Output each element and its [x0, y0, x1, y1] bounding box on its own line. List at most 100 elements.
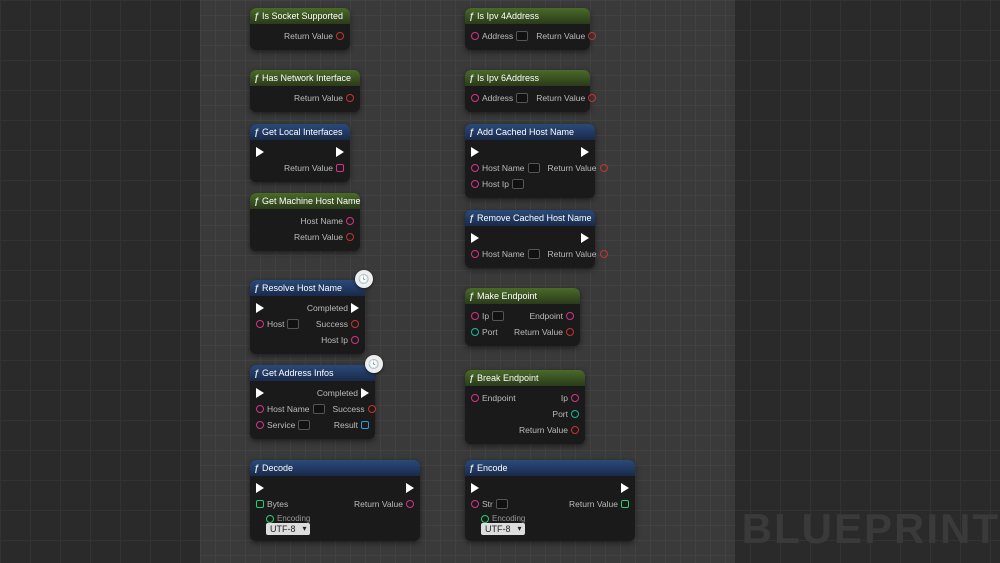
text-input[interactable] — [287, 319, 299, 329]
node-header: ƒ Is Ipv 4Address — [465, 8, 590, 24]
node-header: ƒ Decode — [250, 460, 420, 476]
input-pin[interactable] — [471, 164, 479, 172]
exec-in-pin[interactable] — [471, 233, 479, 243]
text-input[interactable] — [516, 93, 528, 103]
output-pin[interactable] — [406, 500, 414, 508]
latent-icon: 🕓 — [365, 355, 383, 373]
function-icon: ƒ — [469, 291, 474, 301]
node-make-endpoint[interactable]: ƒ Make Endpoint Ip Endpoint Port Return … — [465, 288, 580, 346]
text-input[interactable] — [496, 499, 508, 509]
pin-label: Host Name — [482, 163, 525, 173]
exec-out-pin[interactable] — [581, 233, 589, 243]
input-pin[interactable] — [256, 500, 264, 508]
output-pin[interactable] — [566, 312, 574, 320]
exec-out-pin[interactable] — [406, 483, 414, 493]
function-icon: ƒ — [254, 196, 259, 206]
input-pin[interactable] — [471, 500, 479, 508]
node-has-network-interface[interactable]: ƒ Has Network Interface Return Value — [250, 70, 360, 112]
text-input[interactable] — [313, 404, 325, 414]
input-pin[interactable] — [256, 320, 264, 328]
output-pin[interactable] — [336, 164, 344, 172]
exec-in-pin[interactable] — [256, 303, 264, 313]
node-header: ƒ Add Cached Host Name — [465, 124, 595, 140]
node-title: Make Endpoint — [477, 291, 537, 301]
text-input[interactable] — [528, 163, 540, 173]
output-pin[interactable] — [336, 32, 344, 40]
pin-label: Return Value — [284, 31, 333, 41]
node-encode[interactable]: ƒ Encode Str Return Value Encoding UTF-8 — [465, 460, 635, 541]
output-pin[interactable] — [621, 500, 629, 508]
output-pin[interactable] — [588, 94, 596, 102]
exec-in-pin[interactable] — [471, 483, 479, 493]
output-pin[interactable] — [346, 217, 354, 225]
node-is-ipv6[interactable]: ƒ Is Ipv 6Address Address Return Value — [465, 70, 590, 112]
input-pin[interactable] — [481, 515, 489, 523]
output-pin[interactable] — [600, 164, 608, 172]
exec-out-pin[interactable] — [351, 303, 359, 313]
output-pin[interactable] — [346, 233, 354, 241]
node-is-socket-supported[interactable]: ƒ Is Socket Supported Return Value — [250, 8, 350, 50]
node-get-local-interfaces[interactable]: ƒ Get Local Interfaces Return Value — [250, 124, 350, 182]
node-is-ipv4[interactable]: ƒ Is Ipv 4Address Address Return Value — [465, 8, 590, 50]
input-pin[interactable] — [471, 312, 479, 320]
input-pin[interactable] — [471, 32, 479, 40]
node-remove-cached-host[interactable]: ƒ Remove Cached Host Name Host Name Retu… — [465, 210, 595, 268]
blueprint-canvas[interactable]: ƒ Is Socket Supported Return Value ƒ Is … — [200, 0, 735, 563]
node-title: Get Machine Host Name — [262, 196, 361, 206]
function-icon: ƒ — [254, 73, 259, 83]
output-pin[interactable] — [361, 421, 369, 429]
input-pin[interactable] — [256, 421, 264, 429]
input-pin[interactable] — [256, 405, 264, 413]
node-title: Get Address Infos — [262, 368, 334, 378]
exec-out-pin[interactable] — [621, 483, 629, 493]
node-get-machine-host[interactable]: ƒ Get Machine Host Name Host Name Return… — [250, 193, 360, 251]
node-add-cached-host[interactable]: ƒ Add Cached Host Name Host Name Return … — [465, 124, 595, 198]
input-pin[interactable] — [471, 250, 479, 258]
input-pin[interactable] — [471, 94, 479, 102]
pin-label: Return Value — [569, 499, 618, 509]
exec-out-pin[interactable] — [336, 147, 344, 157]
output-pin[interactable] — [571, 394, 579, 402]
node-get-address-infos[interactable]: 🕓 ƒ Get Address Infos Completed Host Nam… — [250, 365, 375, 439]
pin-label: Encoding — [492, 514, 525, 523]
pin-label: Bytes — [267, 499, 288, 509]
text-input[interactable] — [512, 179, 524, 189]
output-pin[interactable] — [368, 405, 376, 413]
exec-in-pin[interactable] — [471, 147, 479, 157]
output-pin[interactable] — [571, 410, 579, 418]
exec-in-pin[interactable] — [256, 147, 264, 157]
input-pin[interactable] — [471, 180, 479, 188]
pin-label: Host Name — [300, 216, 343, 226]
output-pin[interactable] — [566, 328, 574, 336]
text-input[interactable] — [516, 31, 528, 41]
text-input[interactable] — [528, 249, 540, 259]
output-pin[interactable] — [571, 426, 579, 434]
pin-label: Return Value — [536, 93, 585, 103]
exec-in-pin[interactable] — [256, 483, 264, 493]
pin-label: Success — [333, 404, 365, 414]
exec-out-pin[interactable] — [361, 388, 369, 398]
node-break-endpoint[interactable]: ƒ Break Endpoint Endpoint Ip Port Return… — [465, 370, 585, 444]
output-pin[interactable] — [588, 32, 596, 40]
input-pin[interactable] — [471, 394, 479, 402]
encoding-dropdown[interactable]: UTF-8 — [481, 523, 525, 535]
encoding-dropdown[interactable]: UTF-8 — [266, 523, 310, 535]
pin-label: Return Value — [519, 425, 568, 435]
exec-in-pin[interactable] — [256, 388, 264, 398]
output-pin[interactable] — [346, 94, 354, 102]
output-pin[interactable] — [351, 320, 359, 328]
output-pin[interactable] — [600, 250, 608, 258]
node-decode[interactable]: ƒ Decode Bytes Return Value Encoding UTF… — [250, 460, 420, 541]
node-title: Break Endpoint — [477, 373, 539, 383]
exec-out-pin[interactable] — [581, 147, 589, 157]
pin-label: Port — [552, 409, 568, 419]
text-input[interactable] — [492, 311, 504, 321]
node-header: ƒ Get Address Infos — [250, 365, 375, 381]
pin-label: Endpoint — [482, 393, 516, 403]
function-icon: ƒ — [254, 11, 259, 21]
input-pin[interactable] — [266, 515, 274, 523]
input-pin[interactable] — [471, 328, 479, 336]
text-input[interactable] — [298, 420, 310, 430]
output-pin[interactable] — [351, 336, 359, 344]
node-resolve-host-name[interactable]: 🕓 ƒ Resolve Host Name Completed Host Suc… — [250, 280, 365, 354]
